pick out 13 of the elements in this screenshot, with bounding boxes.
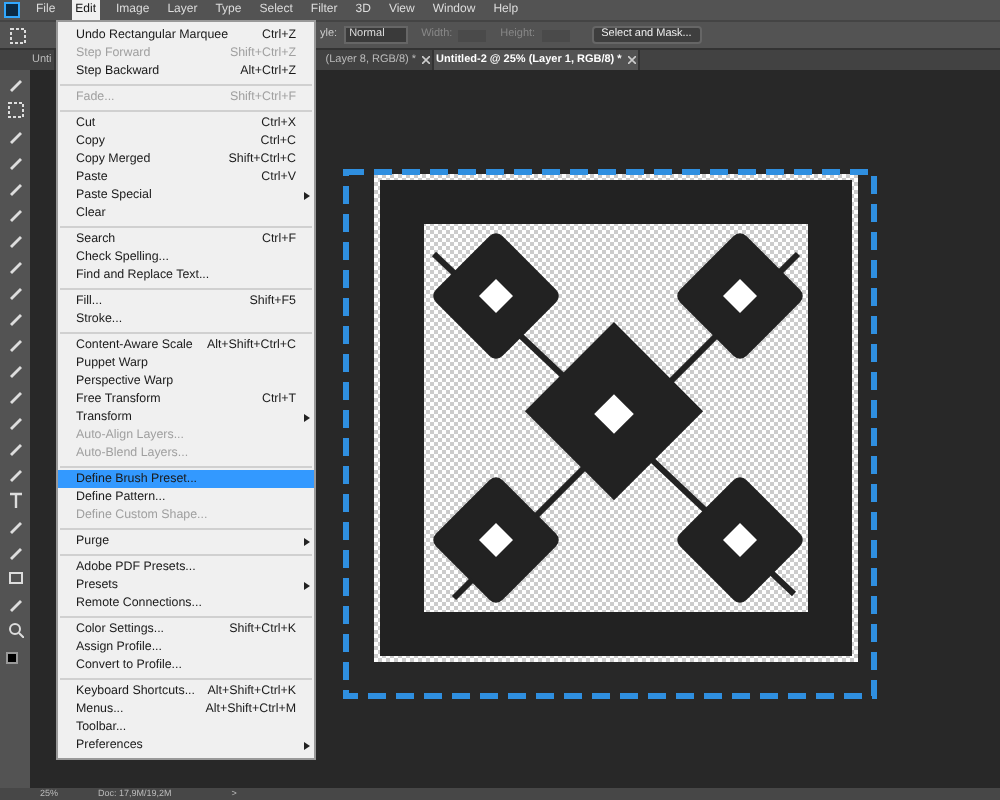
submenu-arrow-icon xyxy=(304,581,310,589)
submenu-arrow-icon xyxy=(304,537,310,545)
app-logo-icon xyxy=(4,2,20,18)
close-icon[interactable] xyxy=(627,56,636,64)
submenu-arrow-icon xyxy=(304,741,310,749)
close-icon[interactable] xyxy=(422,56,431,64)
marquee-tool-icon[interactable] xyxy=(7,102,23,118)
submenu-arrow-icon xyxy=(304,191,310,199)
rectangle-tool-icon[interactable] xyxy=(7,570,23,586)
type-tool-icon[interactable] xyxy=(7,492,23,508)
marquee-tool-icon[interactable] xyxy=(10,27,26,43)
submenu-arrow-icon xyxy=(304,413,310,421)
zoom-tool-icon[interactable] xyxy=(7,622,23,638)
